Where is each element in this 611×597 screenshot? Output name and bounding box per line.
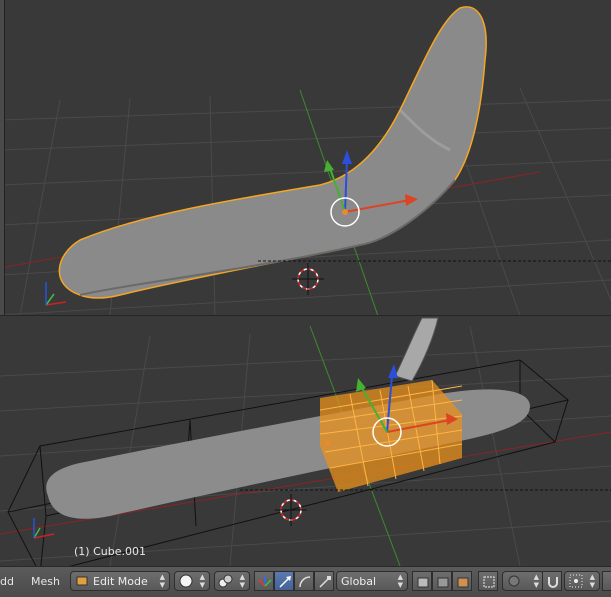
viewport-top[interactable] bbox=[0, 0, 611, 316]
scale-icon bbox=[319, 576, 331, 588]
mode-select[interactable]: Edit Mode ▲ ▼ bbox=[70, 571, 170, 591]
manipulator-axes-icon bbox=[258, 576, 272, 587]
viewport-bottom-canvas[interactable] bbox=[0, 316, 611, 566]
select-arrows: ▲ ▼ bbox=[533, 573, 539, 589]
view-axes-icon bbox=[45, 282, 67, 306]
orientation-value: Global bbox=[341, 575, 377, 588]
snap-toggle[interactable] bbox=[542, 571, 562, 591]
mesh-object-fin[interactable] bbox=[394, 317, 439, 382]
rotate-icon bbox=[299, 576, 311, 588]
face-select-button[interactable] bbox=[452, 571, 472, 591]
proportional-select[interactable]: ▲ ▼ bbox=[502, 571, 544, 591]
sphere-shading-icon bbox=[179, 574, 193, 588]
layer-icon bbox=[437, 577, 449, 588]
proportional-icon bbox=[508, 575, 520, 587]
pivot-select[interactable]: ▲ ▼ bbox=[214, 571, 250, 591]
3d-cursor[interactable] bbox=[292, 263, 324, 295]
mode-select-value: Edit Mode bbox=[93, 575, 148, 588]
menu-mesh[interactable]: Mesh bbox=[31, 575, 60, 588]
select-arrows: ▲ ▼ bbox=[199, 573, 205, 589]
select-arrows: ▲ ▼ bbox=[159, 573, 165, 589]
edge-select-button[interactable] bbox=[432, 571, 452, 591]
manipulator-toggle[interactable] bbox=[254, 571, 274, 591]
select-arrows: ▲ ▼ bbox=[239, 573, 245, 589]
pivot-icon bbox=[218, 574, 233, 588]
layer-icon bbox=[457, 577, 469, 588]
region-edge bbox=[0, 0, 5, 316]
translate-icon bbox=[279, 576, 291, 588]
transform-orientation-select[interactable]: Global ▲ ▼ bbox=[336, 571, 408, 591]
snap-target-icon bbox=[569, 574, 583, 588]
select-arrows: ▲ ▼ bbox=[589, 573, 595, 589]
layer-icon bbox=[417, 577, 429, 588]
scale-button[interactable] bbox=[314, 571, 334, 591]
limit-selection-button[interactable] bbox=[478, 571, 498, 591]
occlude-icon bbox=[483, 576, 495, 588]
object-label: (1) Cube.001 bbox=[74, 545, 146, 558]
menu-add[interactable]: dd bbox=[0, 575, 14, 588]
viewport-top-canvas[interactable] bbox=[0, 0, 611, 316]
shading-select[interactable]: ▲ ▼ bbox=[174, 571, 210, 591]
object-origin bbox=[325, 440, 331, 446]
rotate-button[interactable] bbox=[294, 571, 314, 591]
header-overflow[interactable] bbox=[602, 571, 611, 591]
viewport-header: dd Mesh Edit Mode ▲ ▼ ▲ ▼ ▲ ▼ Global ▲ ▼… bbox=[0, 566, 611, 597]
3d-cursor[interactable] bbox=[275, 494, 307, 526]
translate-button[interactable] bbox=[274, 571, 294, 591]
mode-icon bbox=[76, 576, 88, 586]
magnet-icon bbox=[548, 577, 558, 588]
viewport-bottom[interactable] bbox=[0, 316, 611, 566]
vertex-select-button[interactable] bbox=[412, 571, 432, 591]
snap-target-select[interactable]: ▲ ▼ bbox=[564, 571, 600, 591]
curved-mesh-object[interactable] bbox=[58, 6, 487, 299]
select-arrows: ▲ ▼ bbox=[397, 573, 403, 589]
